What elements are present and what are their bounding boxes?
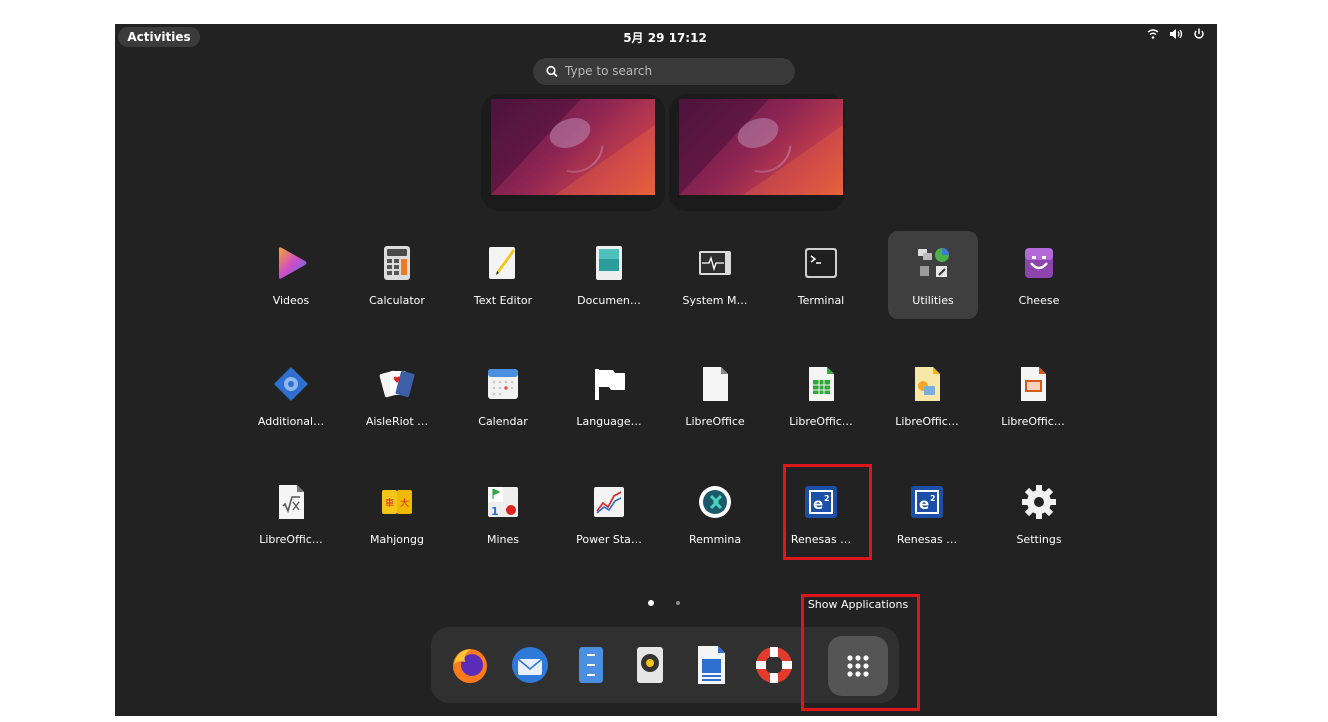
app-label: LibreOffic… <box>1001 415 1065 428</box>
terminal-icon <box>805 248 837 278</box>
annotation-box-renesas <box>783 464 872 560</box>
app-cheese[interactable]: Cheese <box>994 231 1084 319</box>
app-text-editor[interactable]: Text Editor <box>458 231 548 319</box>
mahjongg-icon: 車 大 <box>382 490 412 514</box>
app-renesas-2[interactable]: e 2 Renesas … <box>882 470 972 558</box>
app-remmina[interactable]: Remmina <box>670 470 760 558</box>
videos-icon <box>279 247 307 279</box>
document-viewer-icon <box>596 246 622 280</box>
app-mahjongg[interactable]: 車 大 Mahjongg <box>352 470 442 558</box>
app-videos[interactable]: Videos <box>246 231 336 319</box>
svg-text:車: 車 <box>385 497 394 509</box>
app-label: LibreOffice <box>685 415 745 428</box>
app-libreoffice-calc[interactable]: LibreOffic… <box>776 352 866 440</box>
workspace-thumbnail-2[interactable] <box>679 99 843 195</box>
utilities-folder-icon <box>918 248 949 277</box>
app-label: Cheese <box>1018 294 1060 307</box>
app-terminal[interactable]: Terminal <box>776 231 866 319</box>
app-power-statistics[interactable]: Power Sta… <box>564 470 654 558</box>
app-label: Renesas … <box>896 533 958 546</box>
app-calculator[interactable]: Calculator <box>352 231 442 319</box>
app-label: Additional… <box>257 415 325 428</box>
libreoffice-calc-icon <box>809 367 834 401</box>
remmina-icon <box>699 486 731 518</box>
svg-text:2: 2 <box>930 494 936 503</box>
search-input[interactable]: Type to search <box>533 58 795 85</box>
app-label: Documen… <box>577 294 641 307</box>
aisleriot-icon: ♥ <box>379 370 415 398</box>
page-indicator-2[interactable] <box>676 601 680 605</box>
app-label: LibreOffic… <box>259 533 323 546</box>
app-label: Calculator <box>369 294 425 307</box>
svg-text:e: e <box>919 495 929 513</box>
settings-icon <box>1022 485 1056 519</box>
app-libreoffice-math[interactable]: LibreOffic… <box>246 470 336 558</box>
text-editor-icon <box>489 247 515 279</box>
app-label: Text Editor <box>473 294 533 307</box>
libreoffice-icon <box>703 367 728 401</box>
app-calendar[interactable]: Calendar <box>458 352 548 440</box>
libreoffice-draw-icon <box>915 367 940 401</box>
clock[interactable]: 5月 29 17:12 <box>605 29 725 46</box>
gnome-overview: Activities 5月 29 17:12 Type to search Vi… <box>115 24 1217 716</box>
app-libreoffice-impress[interactable]: LibreOffic… <box>988 352 1078 440</box>
search-placeholder: Type to search <box>565 64 653 78</box>
mines-icon: 1 <box>488 487 518 518</box>
app-label: LibreOffic… <box>789 415 853 428</box>
libreoffice-math-icon <box>279 485 304 519</box>
folder-utilities[interactable]: Utilities <box>888 231 978 319</box>
svg-text:♥: ♥ <box>393 376 401 386</box>
firefox-icon[interactable] <box>449 644 491 686</box>
svg-text:1: 1 <box>491 505 499 518</box>
app-label: Terminal <box>797 294 845 307</box>
app-libreoffice[interactable]: LibreOffice <box>670 352 760 440</box>
libreoffice-impress-icon <box>1021 367 1046 401</box>
additional-drivers-icon <box>274 367 308 401</box>
app-mines[interactable]: 1 Mines <box>458 470 548 558</box>
app-label: Power Sta… <box>576 533 642 546</box>
workspace-thumbnail-1[interactable] <box>491 99 655 195</box>
app-label: Mines <box>486 533 520 546</box>
app-label: Calendar <box>478 415 528 428</box>
help-icon[interactable] <box>753 644 795 686</box>
calculator-icon <box>384 246 410 280</box>
calendar-icon <box>488 369 518 399</box>
language-support-icon <box>595 369 625 400</box>
app-language-support[interactable]: Language… <box>564 352 654 440</box>
power-icon <box>1194 28 1204 39</box>
renesas-e2-icon: e 2 <box>911 486 943 518</box>
files-icon[interactable] <box>570 644 612 686</box>
app-settings[interactable]: Settings <box>994 470 1084 558</box>
app-label: Utilities <box>912 294 954 307</box>
app-label: System M… <box>682 294 748 307</box>
app-label: LibreOffic… <box>895 415 959 428</box>
libreoffice-writer-icon[interactable] <box>690 644 732 686</box>
rhythmbox-icon[interactable] <box>629 644 671 686</box>
app-label: Settings <box>1016 533 1062 546</box>
app-label: AisleRiot … <box>365 415 429 428</box>
app-aisleriot[interactable]: ♥ AisleRiot … <box>352 352 442 440</box>
power-statistics-icon <box>594 487 624 517</box>
volume-icon <box>1170 29 1183 39</box>
app-label: Videos <box>272 294 310 307</box>
system-tray[interactable] <box>1147 28 1205 40</box>
activities-button[interactable]: Activities <box>118 27 200 47</box>
cheese-icon <box>1025 248 1053 278</box>
system-monitor-icon <box>699 251 731 275</box>
app-additional-drivers[interactable]: Additional… <box>246 352 336 440</box>
app-document-viewer[interactable]: Documen… <box>564 231 654 319</box>
wifi-icon <box>1147 29 1159 39</box>
search-icon <box>546 65 558 78</box>
app-label: Remmina <box>688 533 742 546</box>
thunderbird-icon[interactable] <box>509 644 551 686</box>
page-indicator-1[interactable] <box>648 600 654 606</box>
annotation-box-show-applications <box>801 594 920 711</box>
app-system-monitor[interactable]: System M… <box>670 231 760 319</box>
svg-text:大: 大 <box>400 497 409 509</box>
app-label: Language… <box>576 415 642 428</box>
app-label: Mahjongg <box>370 533 424 546</box>
app-libreoffice-draw[interactable]: LibreOffic… <box>882 352 972 440</box>
